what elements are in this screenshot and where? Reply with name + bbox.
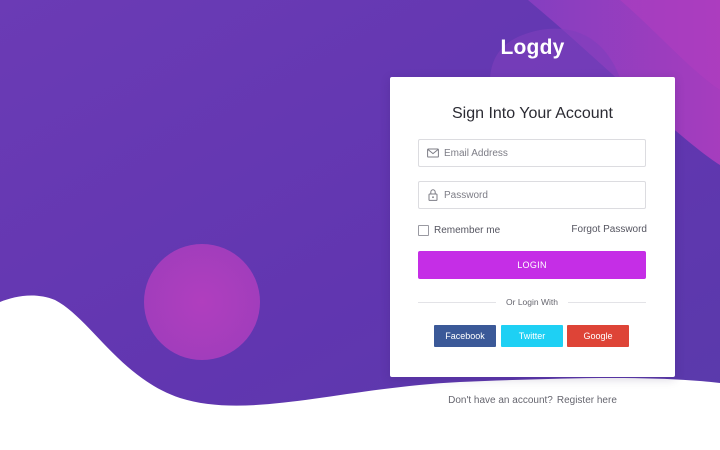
login-card: Sign Into Your Account Remember me Forgo…: [390, 77, 675, 377]
twitter-login-button[interactable]: Twitter: [501, 325, 563, 347]
register-link[interactable]: Register here: [557, 395, 617, 406]
checkbox-box[interactable]: [418, 225, 429, 236]
envelope-icon: [427, 148, 439, 158]
divider-line-left: [418, 302, 496, 303]
divider-text: Or Login With: [506, 297, 558, 307]
email-input[interactable]: [444, 140, 639, 166]
decorative-circle: [144, 244, 260, 360]
remember-me-checkbox[interactable]: Remember me: [418, 224, 500, 237]
register-prompt: Don't have an account? Register here: [390, 395, 675, 406]
divider-line-right: [568, 302, 646, 303]
login-button[interactable]: LOGIN: [418, 251, 646, 279]
password-input[interactable]: [444, 182, 639, 208]
remember-me-label: Remember me: [434, 225, 501, 236]
email-field[interactable]: [418, 139, 646, 167]
google-login-button[interactable]: Google: [567, 325, 629, 347]
forgot-password-link[interactable]: Forgot Password: [571, 224, 647, 235]
brand-logo: Logdy: [500, 36, 565, 59]
lock-icon: [428, 189, 438, 201]
register-prompt-text: Don't have an account?: [448, 395, 553, 406]
facebook-login-button[interactable]: Facebook: [434, 325, 496, 347]
card-title: Sign Into Your Account: [451, 105, 613, 122]
password-field[interactable]: [418, 181, 646, 209]
